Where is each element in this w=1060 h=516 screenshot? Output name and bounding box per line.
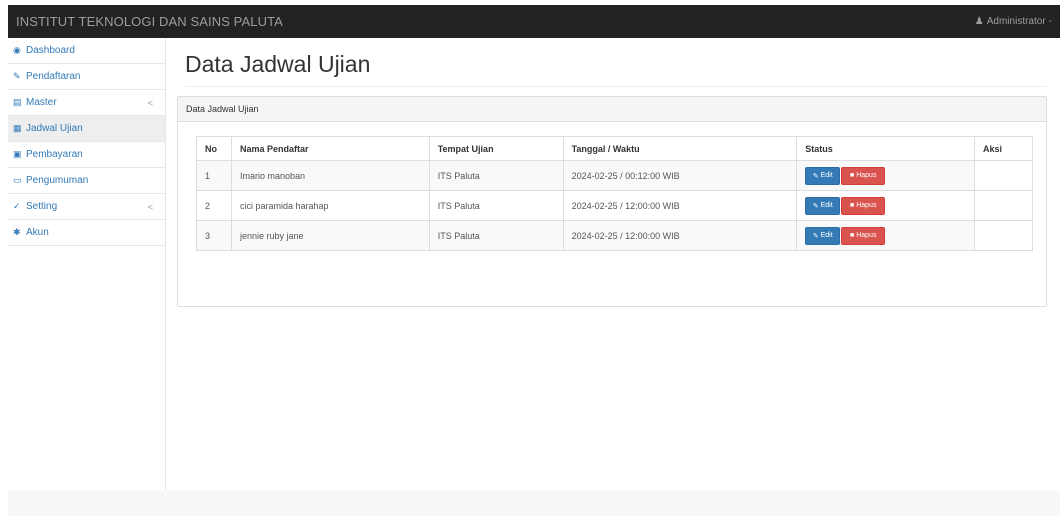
edit-button[interactable]: ✎ Edit: [805, 166, 841, 185]
sidebar: ◉ Dashboard ✎ Pendaftaran ▤ Master < ▦ Jadwal Uj…: [8, 38, 166, 490]
sidebar-item-master[interactable]: ▤ Master <: [8, 90, 165, 116]
pencil-icon: ✎: [812, 232, 819, 240]
table-row: 1 Imario manoban ITS Paluta 2024-02-25 / 00…: [196, 160, 1033, 191]
table-row: 3 jennie ruby jane ITS Paluta 2024-02-25 / …: [196, 220, 1033, 251]
list-icon: ▤: [13, 97, 22, 107]
sidebar-item-label: Pengumuman: [26, 175, 89, 186]
delete-button[interactable]: ■ Hapus: [841, 196, 886, 215]
sidebar-item-label: Dashboard: [26, 45, 75, 56]
payment-icon: ▣: [13, 149, 22, 159]
sidebar-item-dashboard[interactable]: ◉ Dashboard: [8, 38, 165, 64]
brand-title[interactable]: INSTITUT TEKNOLOGI DAN SAINS PALUTA: [8, 14, 283, 29]
delete-label: Hapus: [856, 232, 877, 239]
trash-icon: ■: [849, 202, 855, 209]
cell-tempat: ITS Paluta: [428, 190, 564, 221]
header-status: Status: [796, 136, 975, 161]
panel-heading: Data Jadwal Ujian: [178, 97, 1046, 122]
sidebar-item-label: Pembayaran: [26, 149, 83, 160]
delete-label: Hapus: [856, 172, 877, 179]
trash-icon: ■: [849, 172, 855, 179]
cell-tempat: ITS Paluta: [428, 220, 564, 251]
sidebar-item-label: Setting: [26, 201, 58, 212]
delete-label: Hapus: [856, 202, 877, 209]
table-header-row: No Nama Pendaftar Tempat Ujian Tanggal /…: [196, 136, 1033, 161]
pencil-icon: ✎: [13, 71, 21, 81]
sidebar-item-pembayaran[interactable]: ▣ Pembayaran: [8, 142, 165, 168]
cell-nama: cici paramida harahap: [230, 190, 430, 221]
sidebar-item-pendaftaran[interactable]: ✎ Pendaftaran: [8, 64, 165, 90]
edit-button[interactable]: ✎ Edit: [805, 196, 841, 215]
footer: [8, 490, 1060, 516]
cell-waktu: 2024-02-25 / 00:12:00 WIB: [562, 160, 798, 191]
cell-status: ✎ Edit ■ Hapus: [796, 220, 975, 251]
cell-no: 1: [196, 160, 232, 191]
pencil-icon: ✎: [812, 172, 819, 180]
header-no: No: [196, 136, 232, 161]
schedule-panel: Data Jadwal Ujian No Nama Pendaftar Temp…: [177, 96, 1047, 307]
top-navbar: INSTITUT TEKNOLOGI DAN SAINS PALUTA ♟ Ad…: [8, 5, 1060, 38]
sidebar-item-setting[interactable]: ✓ Setting <: [8, 194, 165, 220]
delete-button[interactable]: ■ Hapus: [841, 166, 886, 185]
header-tempat: Tempat Ujian: [428, 136, 564, 161]
edit-label: Edit: [820, 202, 833, 209]
sidebar-item-label: Pendaftaran: [26, 71, 81, 82]
document-icon: ▭: [13, 175, 22, 185]
cell-waktu: 2024-02-25 / 12:00:00 WIB: [562, 190, 798, 221]
cell-status: ✎ Edit ■ Hapus: [796, 160, 975, 191]
chevron-left-icon: <: [147, 201, 153, 212]
header-waktu: Tanggal / Waktu: [562, 136, 798, 161]
user-menu[interactable]: ♟ Administrator -: [975, 16, 1060, 27]
dashboard-icon: ◉: [13, 45, 21, 55]
gear-icon: ✱: [13, 227, 21, 237]
edit-button[interactable]: ✎ Edit: [805, 226, 841, 245]
wrench-icon: ✓: [13, 201, 21, 211]
calendar-icon: ▦: [13, 123, 22, 133]
trash-icon: ■: [849, 232, 855, 239]
sidebar-item-label: Jadwal Ujian: [26, 123, 83, 134]
sidebar-item-jadwal-ujian[interactable]: ▦ Jadwal Ujian: [8, 116, 165, 142]
cell-tempat: ITS Paluta: [428, 160, 564, 191]
header-aksi: Aksi: [974, 136, 1033, 161]
user-name: Administrator: [986, 16, 1046, 27]
sidebar-item-pengumuman[interactable]: ▭ Pengumuman: [8, 168, 165, 194]
title-divider: [185, 86, 1047, 87]
cell-aksi: [974, 220, 1033, 251]
cell-nama: jennie ruby jane: [230, 220, 430, 251]
cell-nama: Imario manoban: [230, 160, 430, 191]
edit-label: Edit: [820, 172, 833, 179]
table-row: 2 cici paramida harahap ITS Paluta 2024-02-…: [196, 190, 1033, 221]
cell-aksi: [974, 190, 1033, 221]
cell-waktu: 2024-02-25 / 12:00:00 WIB: [562, 220, 798, 251]
chevron-left-icon: <: [147, 97, 153, 108]
cell-aksi: [974, 160, 1033, 191]
sidebar-item-label: Master: [26, 97, 57, 108]
sidebar-item-akun[interactable]: ✱ Akun: [8, 220, 165, 246]
header-nama: Nama Pendaftar: [230, 136, 430, 161]
user-icon: ♟: [974, 16, 984, 27]
schedule-table: No Nama Pendaftar Tempat Ujian Tanggal /…: [196, 136, 1033, 251]
delete-button[interactable]: ■ Hapus: [841, 226, 886, 245]
edit-label: Edit: [820, 232, 833, 239]
main-content: Data Jadwal Ujian Data Jadwal Ujian No N…: [166, 38, 1060, 490]
cell-no: 2: [196, 190, 232, 221]
pencil-icon: ✎: [812, 202, 819, 210]
cell-no: 3: [196, 220, 232, 251]
sidebar-item-label: Akun: [26, 227, 49, 238]
page-title: Data Jadwal Ujian: [185, 51, 371, 77]
cell-status: ✎ Edit ■ Hapus: [796, 190, 975, 221]
chevron-down-icon: -: [1048, 16, 1052, 27]
